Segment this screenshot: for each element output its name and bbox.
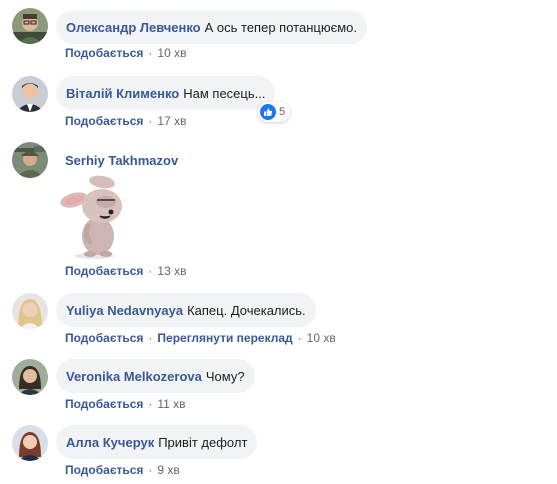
- avatar[interactable]: [12, 293, 48, 329]
- comment-actions: Подобається · 13 хв: [65, 264, 186, 278]
- separator: ·: [148, 463, 153, 477]
- comment-text: Капец. Дочекались.: [187, 302, 306, 318]
- avatar-woman-dark-icon: [12, 359, 48, 395]
- like-button[interactable]: Подобається: [65, 264, 143, 278]
- comment-time[interactable]: 11 хв: [157, 397, 185, 411]
- comment-author[interactable]: Serhiy Takhmazov: [65, 153, 178, 168]
- comment-text: Нам песець...: [183, 85, 266, 101]
- separator: ·: [148, 114, 153, 128]
- separator: ·: [148, 264, 153, 278]
- avatar[interactable]: [12, 142, 48, 178]
- comment-actions: Подобається · 11 хв: [65, 397, 186, 411]
- comment-bubble: Yuliya Nedavnyaya Капец. Дочекались.: [56, 293, 316, 327]
- avatar-woman-red-icon: [12, 425, 48, 461]
- avatar[interactable]: [12, 76, 48, 112]
- bunny-facepalm-sticker: [56, 170, 134, 260]
- comment-author[interactable]: Віталій Клименко: [66, 86, 179, 101]
- reaction-summary[interactable]: 5: [258, 102, 291, 122]
- comment-author[interactable]: Олександр Левченко: [66, 20, 201, 35]
- comment-time[interactable]: 9 хв: [157, 463, 179, 477]
- comment-time[interactable]: 10 хв: [157, 46, 186, 60]
- avatar-man-suit-icon: [12, 76, 48, 112]
- like-button[interactable]: Подобається: [65, 331, 143, 345]
- separator: ·: [148, 397, 153, 411]
- like-button[interactable]: Подобається: [65, 463, 143, 477]
- comment-actions: Подобається · Переглянути переклад · 10 …: [65, 331, 336, 345]
- avatar-soldier-icon: [12, 142, 48, 178]
- like-button[interactable]: Подобається: [65, 397, 143, 411]
- avatar[interactable]: [12, 8, 48, 44]
- like-button[interactable]: Подобається: [65, 46, 143, 60]
- comment-author[interactable]: Yuliya Nedavnyaya: [66, 303, 183, 318]
- avatar-woman-blonde-icon: [12, 293, 48, 329]
- comment-actions: Подобається · 9 хв: [65, 463, 180, 477]
- comment-time[interactable]: 17 хв: [157, 114, 186, 128]
- comment-actions: Подобається · 17 хв: [65, 114, 186, 128]
- separator: ·: [297, 331, 302, 345]
- comment-bubble: Олександр Левченко А ось тепер потанцюєм…: [56, 10, 367, 44]
- comment-time[interactable]: 10 хв: [307, 331, 336, 345]
- avatar[interactable]: [12, 359, 48, 395]
- comment-text: А ось тепер потанцюємо.: [204, 19, 357, 35]
- comment-bubble: Veronika Melkozerova Чому?: [56, 359, 255, 393]
- comment-bubble: Віталій Клименко Нам песець...: [56, 76, 276, 110]
- avatar[interactable]: [12, 425, 48, 461]
- comment-text: Чому?: [205, 368, 245, 384]
- comment-text: Привіт дефолт: [158, 434, 248, 450]
- see-translation-button[interactable]: Переглянути переклад: [157, 331, 292, 345]
- comment-time[interactable]: 13 хв: [157, 264, 186, 278]
- comment-author[interactable]: Алла Кучерук: [66, 435, 154, 450]
- separator: ·: [148, 46, 153, 60]
- comment-bubble: Алла Кучерук Привіт дефолт: [56, 425, 258, 459]
- separator: ·: [148, 331, 153, 345]
- comment-actions: Подобається · 10 хв: [65, 46, 186, 60]
- avatar-man-glasses-icon: [12, 8, 48, 44]
- thumbs-up-icon: [260, 104, 276, 120]
- like-button[interactable]: Подобається: [65, 114, 143, 128]
- reaction-count: 5: [279, 106, 286, 118]
- comment-author[interactable]: Veronika Melkozerova: [66, 369, 202, 384]
